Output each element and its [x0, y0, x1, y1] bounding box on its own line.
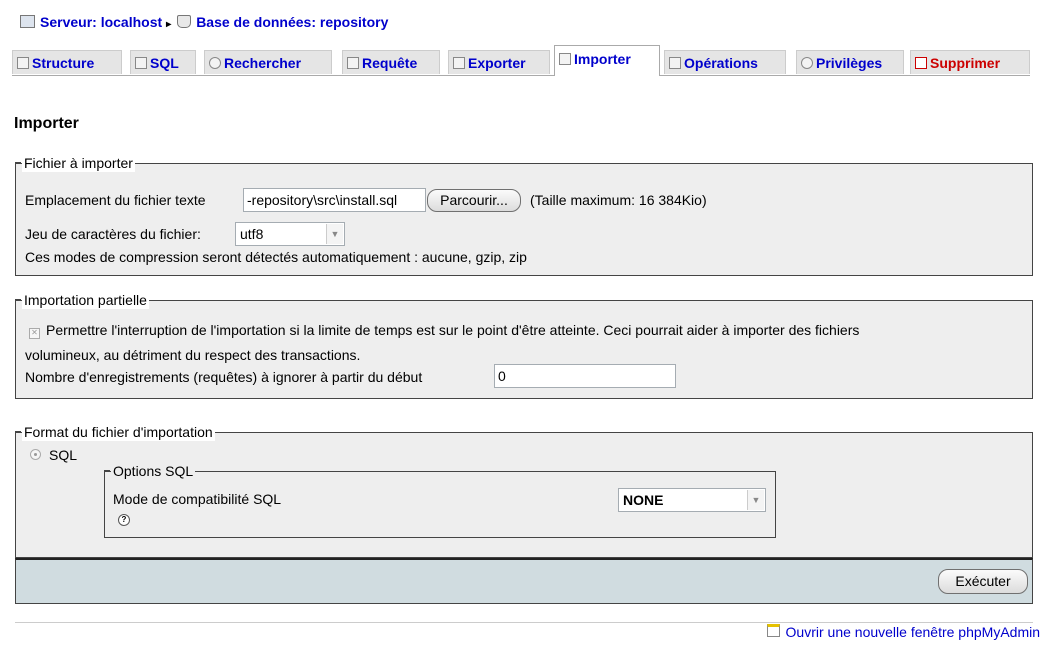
tab-structure[interactable]: Structure [12, 50, 122, 74]
tab-privileges[interactable]: Privilèges [796, 50, 904, 74]
chevron-down-icon: ▼ [326, 224, 343, 244]
compression-note: Ces modes de compression seront détectés… [25, 249, 527, 265]
file-path-input[interactable]: -repository\src\install.sql [243, 188, 426, 212]
compat-value: NONE [623, 492, 664, 508]
format-sql-label: SQL [49, 447, 78, 463]
tab-label: Requête [362, 55, 418, 71]
tab-supprimer[interactable]: Supprimer [910, 50, 1030, 74]
search-icon [209, 57, 221, 69]
breadcrumb-separator: ▸ [166, 19, 172, 30]
breadcrumb-server-link[interactable]: Serveur: localhost [40, 14, 162, 30]
breadcrumb: Serveur: localhost ▸ Base de données: repo… [20, 14, 388, 30]
server-icon [20, 15, 35, 28]
divider [15, 622, 1033, 623]
tab-label: Structure [32, 55, 95, 71]
file-location-label: Emplacement du fichier texte [25, 192, 206, 208]
tab-requete[interactable]: Requête [342, 50, 440, 74]
tab-sql[interactable]: SQL [130, 50, 196, 74]
skip-label: Nombre d'enregistrements (requêtes) à ig… [25, 369, 423, 385]
max-size-text: (Taille maximum: 16 384Kio) [530, 192, 707, 208]
page-title: Importer [14, 115, 79, 132]
tab-bar: Structure SQL Rechercher Requête Exporte… [12, 45, 1030, 76]
tab-exporter[interactable]: Exporter [448, 50, 550, 74]
charset-value: utf8 [240, 226, 264, 242]
tab-label: Exporter [468, 55, 526, 71]
partial-legend: Importation partielle [15, 291, 149, 309]
sql-options-legend: Options SQL [103, 462, 196, 480]
sql-icon [135, 57, 147, 69]
format-sql-radio[interactable] [30, 449, 41, 460]
delete-icon [915, 57, 927, 69]
interrupt-label-1: Permettre l'interruption de l'importatio… [46, 322, 860, 338]
skip-queries-input[interactable]: 0 [494, 364, 676, 388]
interrupt-label-2: volumineux, au détriment du respect des … [25, 347, 361, 363]
compat-select[interactable]: NONE ▼ [618, 488, 766, 512]
operations-icon [669, 57, 681, 69]
tab-importer[interactable]: Importer [554, 45, 660, 76]
execute-button[interactable]: Exécuter [938, 569, 1028, 594]
tab-label: Opérations [684, 55, 758, 71]
charset-label: Jeu de caractères du fichier: [25, 226, 201, 242]
allow-interrupt-checkbox[interactable]: ✕ [29, 328, 40, 339]
tab-rechercher[interactable]: Rechercher [204, 50, 332, 74]
privileges-icon [801, 57, 813, 69]
form-footer [15, 558, 1033, 604]
file-legend: Fichier à importer [15, 154, 135, 172]
tab-label: Privilèges [816, 55, 883, 71]
tab-operations[interactable]: Opérations [664, 50, 786, 74]
new-window-link-row: Ouvrir une nouvelle fenêtre phpMyAdmin [766, 624, 1040, 640]
query-icon [347, 57, 359, 69]
format-legend: Format du fichier d'importation [15, 423, 215, 441]
tab-label: Supprimer [930, 55, 1001, 71]
help-icon[interactable]: ? [118, 514, 130, 526]
charset-select[interactable]: utf8 ▼ [235, 222, 345, 246]
structure-icon [17, 57, 29, 69]
database-icon [177, 15, 192, 28]
new-window-link[interactable]: Ouvrir une nouvelle fenêtre phpMyAdmin [786, 624, 1040, 640]
compat-label: Mode de compatibilité SQL [113, 491, 282, 507]
new-window-icon [766, 624, 780, 637]
breadcrumb-database-link[interactable]: Base de données: repository [196, 14, 388, 30]
tab-label: SQL [150, 55, 179, 71]
browse-button[interactable]: Parcourir... [427, 189, 521, 212]
tab-label: Importer [574, 51, 631, 67]
chevron-down-icon: ▼ [747, 490, 764, 510]
interrupt-row: ✕ Permettre l'interruption de l'importati… [29, 321, 859, 339]
import-icon [559, 53, 571, 65]
export-icon [453, 57, 465, 69]
tab-label: Rechercher [224, 55, 302, 71]
format-sql-option[interactable]: SQL [30, 446, 77, 464]
